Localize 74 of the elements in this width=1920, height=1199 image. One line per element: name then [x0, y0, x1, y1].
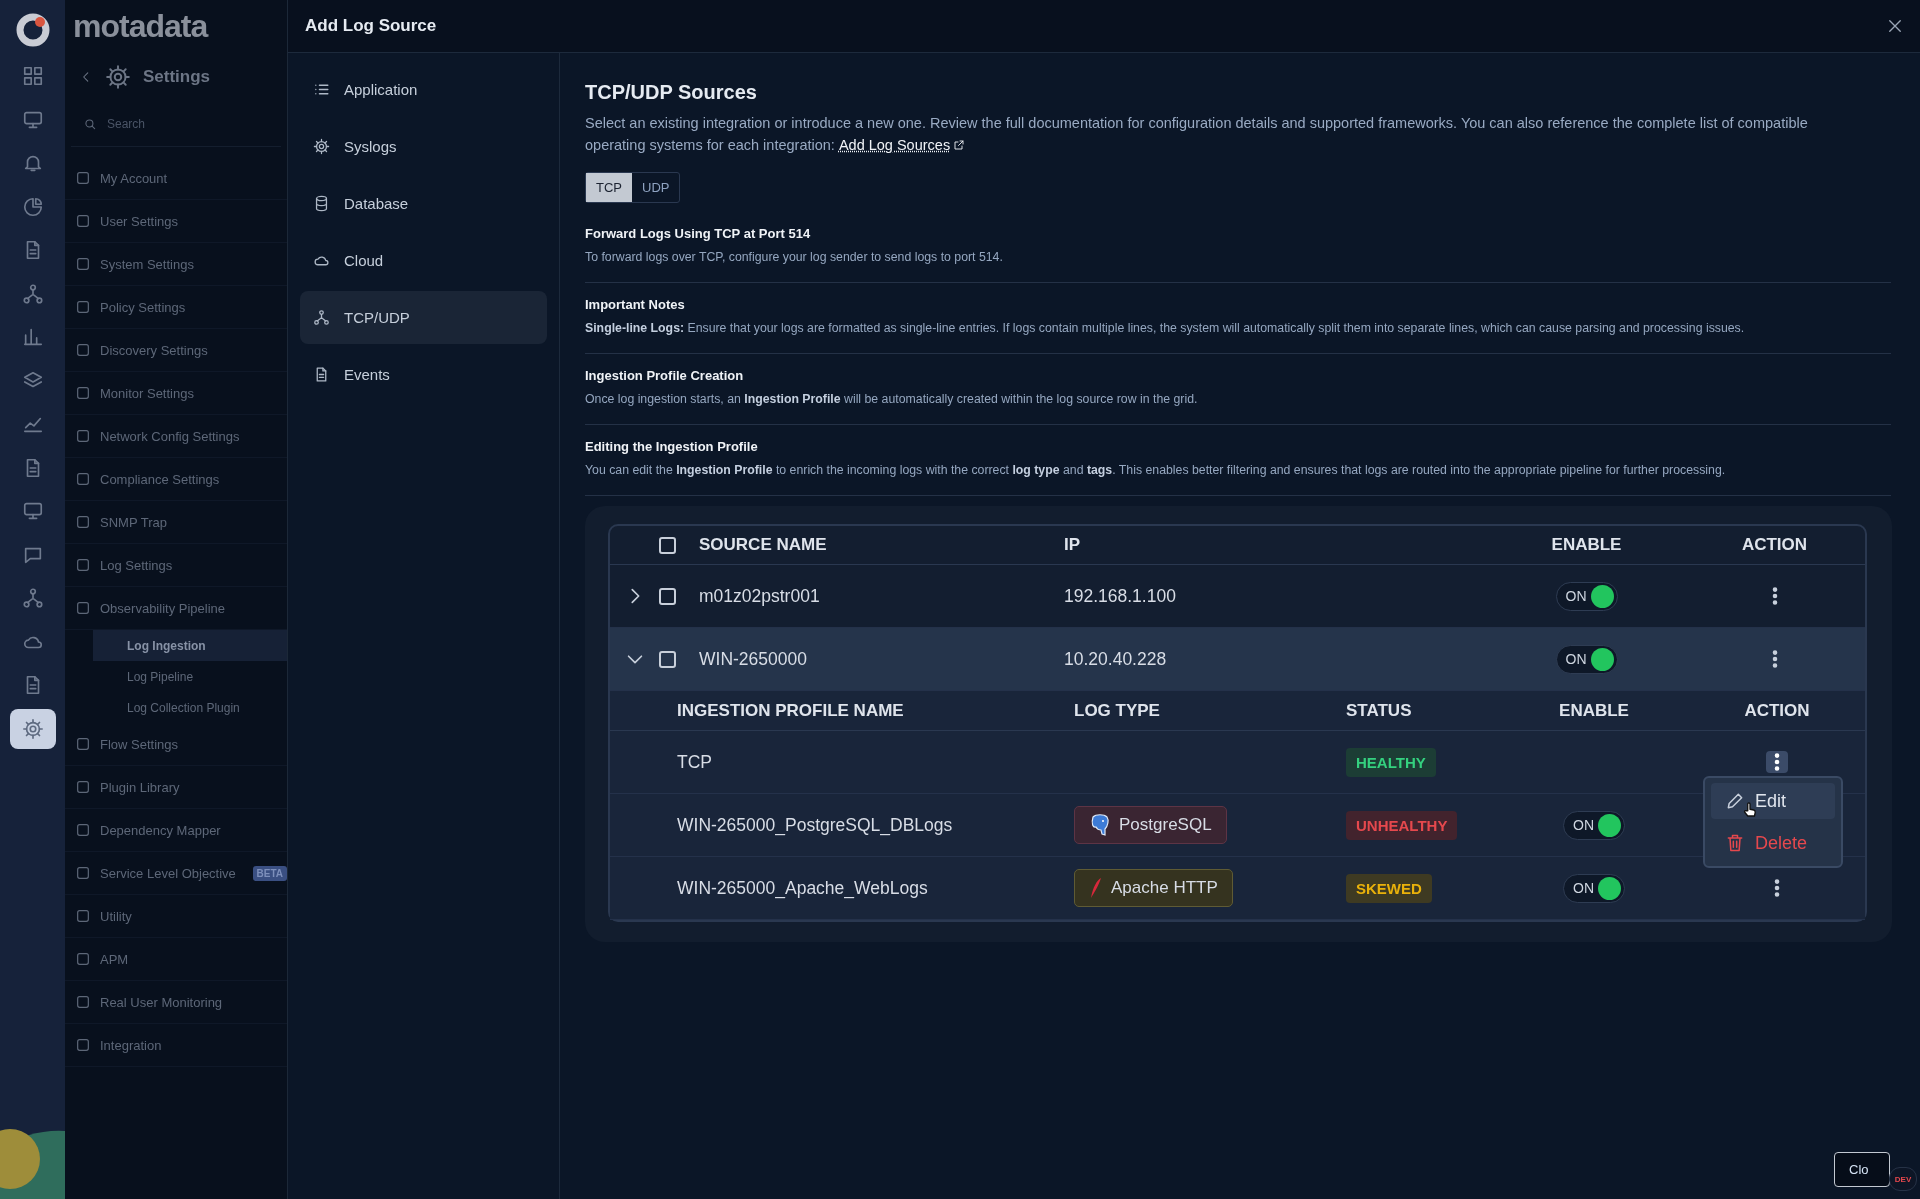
- section-heading: TCP/UDP Sources: [585, 81, 758, 104]
- profile-name: TCP: [677, 751, 712, 772]
- log-type-tag: Apache HTTP: [1074, 869, 1233, 907]
- dialog-title: Add Log Source: [305, 16, 437, 36]
- sidebar-item[interactable]: Dependency Mapper: [65, 809, 287, 852]
- source-name: m01z02pstr001: [699, 585, 820, 606]
- nav-item[interactable]: Application: [300, 63, 547, 116]
- column-header: ENABLE: [1559, 700, 1629, 721]
- ip-address: 192.168.1.100: [1064, 585, 1176, 606]
- sidebar-item[interactable]: Compliance Settings: [65, 458, 287, 501]
- note-title: Forward Logs Using TCP at Port 514: [585, 226, 812, 241]
- sidebar-item[interactable]: Service Level Objective BETA: [65, 852, 287, 895]
- docs-link[interactable]: Add Log Sources: [838, 134, 966, 156]
- beta-badge: BETA: [252, 865, 287, 881]
- note-text: To forward logs over TCP, configure your log sender to send logs to port 514.: [585, 250, 1004, 264]
- column-header: LOG TYPE: [1074, 700, 1160, 720]
- column-header: INGESTION PROFILE NAME: [677, 700, 904, 720]
- note-text: You can edit the Ingestion Profile to enrich the incoming logs with the correct log type and tags. This enables better filtering and ensures that logs are routed into the appropriate pipeline for further processing.: [585, 463, 1727, 477]
- sidebar-item[interactable]: Integration: [65, 1024, 287, 1067]
- close-button[interactable]: Clo: [1834, 1152, 1890, 1187]
- sidebar-item[interactable]: My Account: [65, 157, 287, 200]
- page-title: Settings: [143, 67, 211, 87]
- ip-address: 10.20.40.228: [1064, 648, 1167, 669]
- search-field[interactable]: Search: [105, 116, 249, 132]
- profile-name: WIN-265000_Apache_WebLogs: [677, 877, 928, 898]
- log-type-tag: PostgreSQL: [1074, 806, 1227, 844]
- sidebar-item[interactable]: SNMP Trap: [65, 501, 287, 544]
- sidebar-item[interactable]: User Settings: [65, 200, 287, 243]
- nav-item[interactable]: Events: [300, 348, 547, 401]
- sidebar-item[interactable]: Real User Monitoring: [65, 981, 287, 1024]
- sidebar-item[interactable]: Utility: [65, 895, 287, 938]
- note-text: Single-line Logs: Ensure that your logs are formatted as single-line entries. If logs contain multiple lines, the system will automatically split them into separate lines, which can cause parsing and processing issues.: [585, 321, 1746, 335]
- sidebar-item[interactable]: Plugin Library: [65, 766, 287, 809]
- column-header: STATUS: [1346, 700, 1412, 720]
- column-header: ACTION: [1740, 535, 1809, 555]
- profile-name: WIN-265000_PostgreSQL_DBLogs: [677, 814, 953, 835]
- toggle-switch[interactable]: ON: [1563, 873, 1625, 903]
- source-name: WIN-2650000: [699, 648, 807, 669]
- sidebar-item[interactable]: Log Settings: [65, 544, 287, 587]
- column-header: ACTION: [1744, 700, 1810, 721]
- sidebar-item[interactable]: Network Config Settings: [65, 415, 287, 458]
- brand-logo: motadata: [72, 6, 209, 46]
- nav-item[interactable]: TCP/UDP: [300, 291, 547, 344]
- note-title: Editing the Ingestion Profile: [585, 439, 759, 454]
- intro-text: Select an existing integration or introduce a new one. Review the full documentation for configuration details and supported frameworks. You can also reference the complete list of compatible operating systems for each integration: Add Log Sources: [585, 112, 1870, 156]
- environment-badge: DEV: [1889, 1167, 1917, 1191]
- nav-item[interactable]: Cloud: [300, 234, 547, 287]
- note-title: Ingestion Profile Creation: [585, 368, 745, 383]
- note-title: Important Notes: [585, 297, 686, 312]
- sidebar-subitem[interactable]: Log Ingestion: [93, 630, 287, 661]
- column-header: IP: [1064, 535, 1082, 555]
- sidebar-item[interactable]: APM: [65, 938, 287, 981]
- nav-item[interactable]: Database: [300, 177, 547, 230]
- sidebar-item[interactable]: Flow Settings: [65, 723, 287, 766]
- toggle-switch[interactable]: ON: [1563, 810, 1625, 840]
- nav-item[interactable]: Syslogs: [300, 120, 547, 173]
- protocol-tab[interactable]: UDP: [632, 173, 680, 202]
- sidebar-item[interactable]: Discovery Settings: [65, 329, 287, 372]
- menu-item[interactable]: Delete: [1711, 825, 1835, 861]
- sidebar-item[interactable]: Monitor Settings: [65, 372, 287, 415]
- sidebar-item[interactable]: Policy Settings: [65, 286, 287, 329]
- column-header: ENABLE: [1550, 535, 1623, 555]
- status-badge: SKEWED: [1346, 873, 1432, 903]
- status-badge: UNHEALTHY: [1346, 810, 1458, 840]
- sidebar-subitem[interactable]: Log Pipeline: [93, 661, 287, 692]
- sidebar-subitem[interactable]: Log Collection Plugin: [93, 692, 287, 723]
- status-badge: HEALTHY: [1346, 747, 1436, 777]
- note-text: Once log ingestion starts, an Ingestion Profile will be automatically created within the log source row in the grid.: [585, 392, 1199, 406]
- sidebar-item[interactable]: System Settings: [65, 243, 287, 286]
- menu-item[interactable]: Edit: [1711, 783, 1835, 819]
- protocol-tab[interactable]: TCP: [586, 173, 632, 202]
- column-header: SOURCE NAME: [699, 535, 828, 555]
- toggle-switch[interactable]: ON: [1555, 581, 1618, 611]
- toggle-switch[interactable]: ON: [1555, 644, 1618, 674]
